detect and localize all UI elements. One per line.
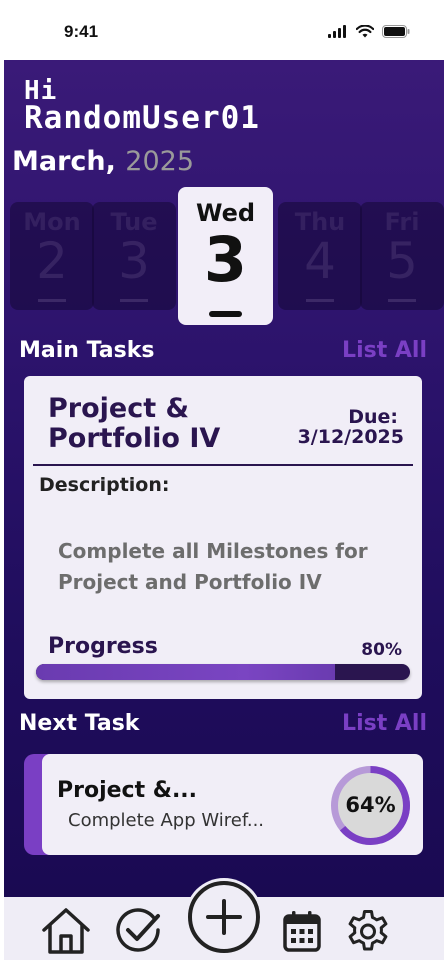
day-card-mon[interactable]: Mon 2	[10, 202, 94, 310]
progress-label: Progress	[48, 634, 158, 659]
add-icon	[188, 881, 260, 953]
next-task-description: Complete App Wiref...	[68, 810, 265, 831]
day-card-thu[interactable]: Thu 4	[278, 202, 362, 310]
status-icons	[328, 25, 410, 38]
next-task-card[interactable]: Project &... Complete App Wiref... 64%	[24, 754, 423, 855]
day-card-wed-selected[interactable]: Wed 3	[178, 187, 273, 325]
status-time: 9:41	[64, 22, 99, 41]
day-number: 3	[203, 223, 248, 296]
day-number: 2	[36, 232, 68, 290]
check-circle-icon[interactable]	[112, 905, 164, 957]
task-description: Complete all Milestones for Project and …	[58, 539, 368, 594]
settings-icon[interactable]	[342, 905, 394, 957]
day-number: 4	[304, 232, 336, 290]
next-task-list-all-link[interactable]: List All	[342, 711, 427, 736]
calendar-icon[interactable]	[276, 905, 328, 957]
app-frame: 9:41 Hi RandomUser01 March, 2025 Mon 2 T…	[4, 4, 444, 960]
progress-bar	[36, 664, 410, 680]
day-indicator	[306, 299, 334, 302]
main-content: Hi RandomUser01 March, 2025 Mon 2 Tue 3 …	[4, 60, 444, 902]
day-number: 5	[386, 232, 418, 290]
signal-icon	[328, 25, 346, 38]
progress-ring-percent: 64%	[345, 793, 396, 817]
next-task-card-body: Project &... Complete App Wiref... 64%	[42, 754, 423, 855]
day-indicator	[120, 299, 148, 302]
status-bar: 9:41	[4, 4, 444, 60]
day-indicator	[38, 299, 66, 302]
battery-icon	[382, 25, 410, 38]
main-task-card[interactable]: Project & Portfolio IV Due: 3/12/2025 De…	[24, 376, 422, 699]
month-label: March, 2025	[12, 146, 194, 177]
next-task-title: Next Task	[19, 711, 140, 736]
day-indicator	[209, 311, 242, 317]
home-icon[interactable]	[40, 905, 92, 957]
progress-percent: 80%	[361, 640, 402, 660]
task-due-label: Due:	[348, 406, 398, 428]
day-number: 3	[118, 232, 150, 290]
day-card-tue[interactable]: Tue 3	[92, 202, 176, 310]
month-name: March,	[12, 146, 116, 177]
day-card-fri[interactable]: Fri 5	[360, 202, 444, 310]
add-task-button[interactable]	[185, 878, 263, 956]
month-year: 2025	[125, 146, 195, 177]
divider	[33, 464, 413, 466]
wifi-icon	[356, 25, 374, 38]
task-due-date: 3/12/2025	[297, 426, 404, 448]
next-task-name: Project &...	[57, 778, 198, 803]
day-indicator	[388, 299, 416, 302]
description-label: Description:	[39, 474, 170, 496]
task-title: Project & Portfolio IV	[48, 393, 221, 454]
main-tasks-list-all-link[interactable]: List All	[342, 338, 427, 363]
greeting-username: RandomUser01	[24, 100, 260, 136]
main-tasks-title: Main Tasks	[19, 338, 155, 363]
progress-bar-fill	[36, 664, 336, 680]
